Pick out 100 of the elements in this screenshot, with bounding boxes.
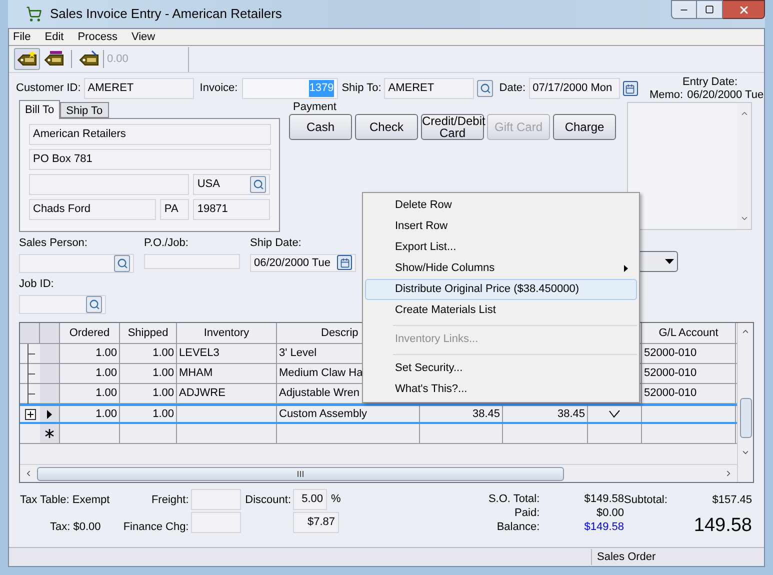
menu-item[interactable]: View (131, 28, 156, 46)
calendar-button[interactable] (622, 81, 638, 96)
table-cell-text: 1.00 (152, 386, 174, 402)
menu-item[interactable]: Export List... (365, 237, 637, 258)
column-header[interactable]: G/L Account (642, 323, 736, 343)
date-field[interactable]: 07/17/2000 Mon (528, 78, 620, 99)
menu-item[interactable]: Delete Row (365, 195, 637, 216)
vertical-scrollbar[interactable] (737, 103, 751, 229)
address-line-field[interactable] (29, 174, 190, 195)
table-cell-text: 52000-010 (644, 366, 697, 382)
payment-button[interactable]: Cash (289, 114, 352, 140)
column-header[interactable]: Ordered (60, 323, 120, 343)
customer-id-field[interactable]: AMERET (84, 78, 194, 99)
scroll-thumb[interactable] (740, 398, 752, 438)
level-price-tag-icon[interactable] (43, 50, 65, 68)
field-label: Finance Chg: (123, 520, 189, 534)
table-cell-text: 1.00 (96, 346, 117, 362)
close-button[interactable] (723, 0, 765, 19)
menu-item[interactable]: Create Materials List (365, 300, 637, 321)
menu-item[interactable]: What's This?... (365, 379, 637, 400)
scroll-down-icon[interactable] (741, 448, 750, 457)
address-tab[interactable]: Ship To (60, 102, 109, 118)
field-label: Ship To: (342, 81, 382, 96)
search-button[interactable] (477, 80, 494, 97)
payment-button[interactable]: Charge (553, 114, 616, 140)
field-label: Ship Date: (250, 236, 302, 251)
field-label: Invoice: (200, 81, 238, 96)
payment-label: Payment (293, 100, 338, 113)
field-label: Freight: (151, 493, 189, 508)
ship-to-field[interactable]: AMERET (384, 78, 474, 99)
table-cell-text: Medium Claw Ha (279, 366, 363, 382)
grand-total: 149.58 (694, 514, 752, 538)
address-name-field[interactable]: American Retailers (29, 124, 271, 145)
job-id-field[interactable] (19, 294, 106, 314)
menu-item[interactable]: Edit (44, 28, 64, 46)
tree-line-icon (25, 364, 35, 384)
city-field[interactable]: Chads Ford (29, 199, 156, 220)
calendar-button[interactable] (337, 255, 352, 270)
row-selector[interactable] (40, 406, 60, 422)
field-label: Paid: (514, 506, 540, 520)
menu-item[interactable]: Distribute Original Price ($38.450000) (365, 279, 637, 300)
po-job-field[interactable] (144, 254, 240, 269)
discount-tag-icon[interactable] (78, 50, 100, 68)
vertical-scrollbar[interactable] (737, 323, 753, 482)
table-cell-text: 1.00 (96, 406, 117, 422)
dropdown-arrow-icon (665, 259, 674, 264)
scroll-up-icon[interactable] (741, 327, 750, 336)
country-field[interactable]: USA (193, 174, 270, 195)
table-cell-text: 52000-010 (644, 346, 697, 362)
cart-icon (26, 6, 42, 22)
field-label: Date: (499, 81, 526, 96)
percent-sign: % (331, 492, 341, 508)
table-cell-text: 1.00 (152, 366, 174, 382)
current-row-icon (47, 410, 52, 418)
field-label: Sales Person: (19, 236, 88, 251)
scroll-down-icon[interactable] (740, 214, 748, 223)
row-selector[interactable] (40, 424, 60, 443)
state-field[interactable]: PA (160, 199, 190, 220)
menu-item[interactable]: Show/Hide Columns (365, 258, 637, 279)
scroll-right-icon[interactable] (724, 469, 733, 478)
maximize-button[interactable] (697, 0, 723, 19)
payment-button[interactable]: Check (355, 114, 418, 140)
sales-person-field[interactable] (19, 254, 134, 272)
finance-charge-field[interactable] (190, 512, 241, 533)
tax-label: Tax: $0.00 (50, 520, 102, 534)
dropdown-field[interactable] (638, 251, 678, 272)
table-cell-text: Custom Assembly (279, 406, 368, 422)
paid-value: $0.00 (596, 506, 624, 520)
menu-item[interactable]: Set Security... (365, 358, 637, 379)
so-total-value: $149.58 (584, 492, 624, 506)
memo-field[interactable] (627, 102, 752, 230)
search-button[interactable] (114, 254, 130, 272)
search-button[interactable] (86, 296, 102, 313)
column-header[interactable]: Inventory (177, 323, 277, 343)
scroll-up-icon[interactable] (740, 109, 748, 118)
search-button[interactable] (250, 176, 266, 193)
discount-percent-field[interactable]: 5.00 (293, 489, 327, 510)
horizontal-scrollbar[interactable] (20, 464, 737, 482)
zip-field[interactable]: 19871 (193, 199, 270, 220)
payment-button[interactable]: Credit/Debit Card (421, 114, 484, 140)
new-price-tag-icon[interactable] (16, 50, 38, 68)
close-icon (738, 4, 750, 16)
table-cell-text: 1.00 (152, 406, 174, 422)
ship-date-field[interactable]: 06/20/2000 Tue (250, 254, 356, 272)
subtotal-value: $157.45 (712, 493, 752, 508)
table-cell-text: 1.00 (96, 366, 117, 382)
tree-line-icon (25, 344, 35, 364)
menu-item[interactable]: Insert Row (365, 216, 637, 237)
table-cell-text: MHAM (179, 366, 213, 382)
grip-icon (297, 470, 304, 476)
maximize-icon (705, 5, 714, 14)
column-header[interactable]: Shipped (120, 323, 177, 343)
discount-amount-field[interactable]: $7.87 (293, 512, 339, 533)
expand-icon[interactable] (24, 408, 36, 420)
address-line-field[interactable]: PO Box 781 (29, 149, 271, 170)
freight-field[interactable] (190, 489, 241, 510)
scroll-left-icon[interactable] (24, 469, 33, 478)
address-tab[interactable]: Bill To (19, 100, 60, 119)
menu-item[interactable]: Process (78, 28, 118, 46)
menu-item[interactable]: File (13, 28, 31, 46)
